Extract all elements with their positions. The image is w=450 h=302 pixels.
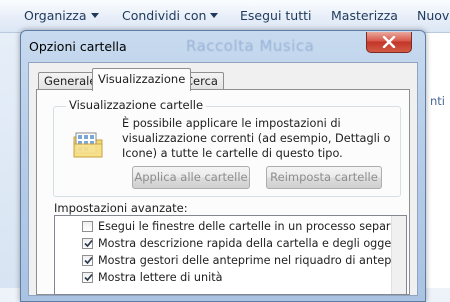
advanced-settings-label: Impostazioni avanzate: — [54, 201, 188, 215]
new-folder-button[interactable]: Nuova — [417, 8, 450, 23]
list-item[interactable]: Mostra gestori delle anteprime nel riqua… — [55, 252, 406, 269]
reset-folders-button[interactable]: Reimposta cartelle — [266, 166, 382, 189]
list-item-label: Mostra descrizione rapida della cartella… — [98, 237, 407, 250]
background-partial-text: nti — [430, 94, 445, 108]
organize-menu[interactable]: Organizza — [24, 8, 99, 23]
burn-button[interactable]: Masterizza — [331, 8, 398, 23]
share-menu[interactable]: Condividi con — [122, 8, 219, 23]
run-all-button[interactable]: Esegui tutti — [240, 8, 312, 23]
list-item-label: Mostra lettere di unità — [98, 271, 223, 284]
checkmark-icon — [84, 273, 93, 282]
checkbox[interactable] — [82, 238, 93, 249]
organize-label: Organizza — [24, 8, 87, 23]
checkmark-icon — [84, 239, 93, 248]
view-tab-panel: Visualizzazione cartelle È possibile app… — [36, 89, 410, 295]
checkbox[interactable] — [82, 255, 93, 266]
apply-to-folders-label: Applica alle cartelle — [134, 170, 248, 184]
close-button[interactable] — [366, 32, 412, 53]
chevron-down-icon — [210, 13, 219, 18]
folder-options-dialog: Opzioni cartella Raccolta Musica General… — [20, 30, 426, 302]
close-icon — [382, 36, 396, 48]
folder-views-description: È possibile applicare le impostazioni di… — [122, 117, 391, 160]
list-item[interactable]: Mostra descrizione rapida della cartella… — [55, 235, 406, 252]
background-window-title: Raccolta Musica — [186, 37, 315, 55]
checkmark-icon — [84, 256, 93, 265]
advanced-settings-list: Esegui le finestre delle cartelle in un … — [54, 215, 407, 295]
dialog-title: Opzioni cartella — [29, 39, 127, 54]
command-bar: Organizza Condividi con Esegui tutti Mas… — [0, 0, 450, 33]
new-folder-label: Nuova — [417, 8, 450, 23]
reset-folders-label: Reimposta cartelle — [270, 170, 378, 184]
list-item[interactable]: Mostra lettere di unità — [55, 269, 391, 286]
run-all-label: Esegui tutti — [240, 8, 312, 23]
list-item[interactable]: Esegui le finestre delle cartelle in un … — [55, 218, 406, 235]
tab-view-label: Visualizzazione — [98, 72, 186, 86]
folder-views-title: Visualizzazione cartelle — [66, 98, 207, 112]
tab-view[interactable]: Visualizzazione — [92, 68, 192, 91]
folder-view-icon — [73, 132, 103, 158]
list-item-label: Mostra gestori delle anteprime nel riqua… — [98, 254, 407, 267]
folder-views-group: Visualizzazione cartelle È possibile app… — [53, 98, 401, 197]
tab-general-label: Generale — [44, 74, 97, 88]
dialog-body: Generale Visualizzazione Cerca Visualizz… — [28, 62, 418, 296]
checkbox[interactable] — [82, 221, 93, 232]
chevron-down-icon — [90, 13, 99, 18]
share-label: Condividi con — [122, 8, 207, 23]
list-item-label: Esegui le finestre delle cartelle in un … — [98, 220, 407, 233]
burn-label: Masterizza — [331, 8, 398, 23]
apply-to-folders-button[interactable]: Applica alle cartelle — [132, 166, 250, 189]
scrollbar[interactable] — [391, 216, 406, 294]
checkbox[interactable] — [82, 272, 93, 283]
